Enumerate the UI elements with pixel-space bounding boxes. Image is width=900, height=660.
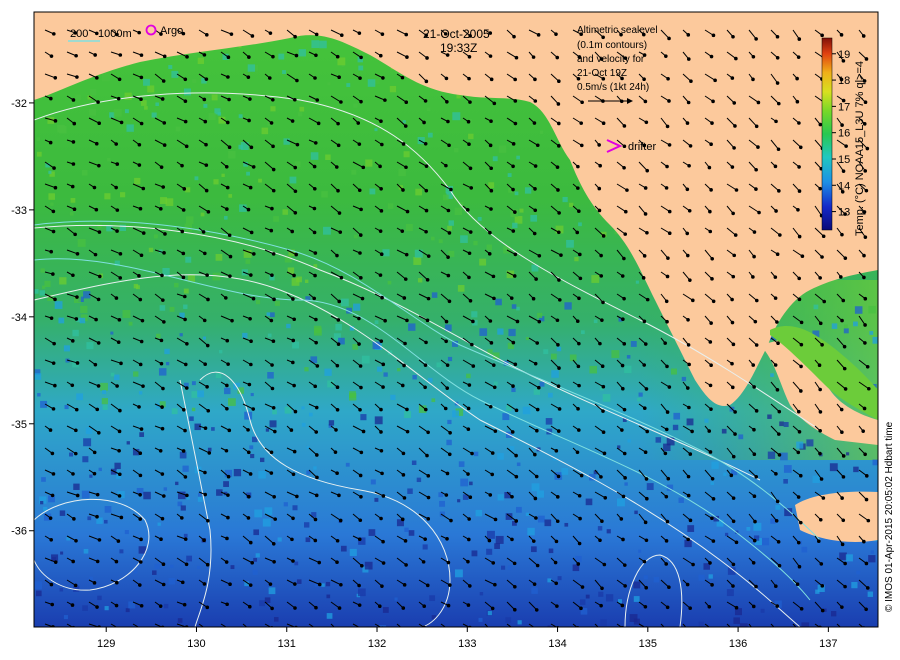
map-date: 21-Oct-2005 xyxy=(423,27,490,41)
lat-tick-label: -32 xyxy=(11,98,27,110)
colorbar-tick-label: 14 xyxy=(838,180,850,192)
colorbar-tick-label: 15 xyxy=(838,154,850,166)
note-line-5: 0.5m/s (1kt 24h) xyxy=(577,82,649,93)
colorbar-tick-label: 19 xyxy=(838,49,850,61)
lon-tick-label: 134 xyxy=(548,638,566,650)
credit-text: © IMOS 01-Apr-2015 20:05:02 Hdbart time xyxy=(884,421,895,612)
latitude-axis: -32 -33 -34 -35 -36 xyxy=(11,98,34,538)
longitude-axis: 129 130 131 132 133 134 135 136 137 xyxy=(97,627,838,650)
sst-map: 129 130 131 132 133 134 135 136 137 -32 -33 -34 -35… xyxy=(11,11,895,650)
note-line-3: and velocity for xyxy=(577,54,645,65)
lat-tick-label: -34 xyxy=(11,312,27,324)
lon-tick-label: 135 xyxy=(639,638,657,650)
lon-tick-label: 133 xyxy=(458,638,476,650)
note-line-2: (0.1m contours) xyxy=(577,40,647,51)
lat-tick-label: -33 xyxy=(11,205,27,217)
lon-tick-label: 136 xyxy=(729,638,747,650)
colorbar-tick-label: 13 xyxy=(838,207,850,219)
map-time: 19:33Z xyxy=(440,41,477,55)
colorbar-tick-label: 16 xyxy=(838,128,850,140)
lon-tick-label: 131 xyxy=(278,638,296,650)
lon-tick-label: 137 xyxy=(819,638,837,650)
colorbar-label: Temp. (°C) NOAA15_L3U 7% ql>=4 xyxy=(854,61,866,236)
lon-tick-label: 132 xyxy=(368,638,386,650)
colorbar-ramp xyxy=(821,37,833,231)
drifter-label: drifter xyxy=(628,141,656,153)
argo-label: Argo xyxy=(160,25,183,37)
colorbar-tick-label: 18 xyxy=(838,75,850,87)
note-line-4: 21-Oct 19Z xyxy=(577,68,627,79)
lon-tick-label: 130 xyxy=(187,638,205,650)
colorbar-tick-label: 17 xyxy=(838,101,850,113)
lat-tick-label: -36 xyxy=(11,526,27,538)
note-line-1: Altimetric sealevel xyxy=(577,25,658,36)
lon-tick-label: 129 xyxy=(97,638,115,650)
lat-tick-label: -35 xyxy=(11,419,27,431)
plot-area xyxy=(34,12,878,627)
depth-label-200: 200 xyxy=(70,28,88,40)
depth-label-1000: 1000m xyxy=(98,28,132,40)
